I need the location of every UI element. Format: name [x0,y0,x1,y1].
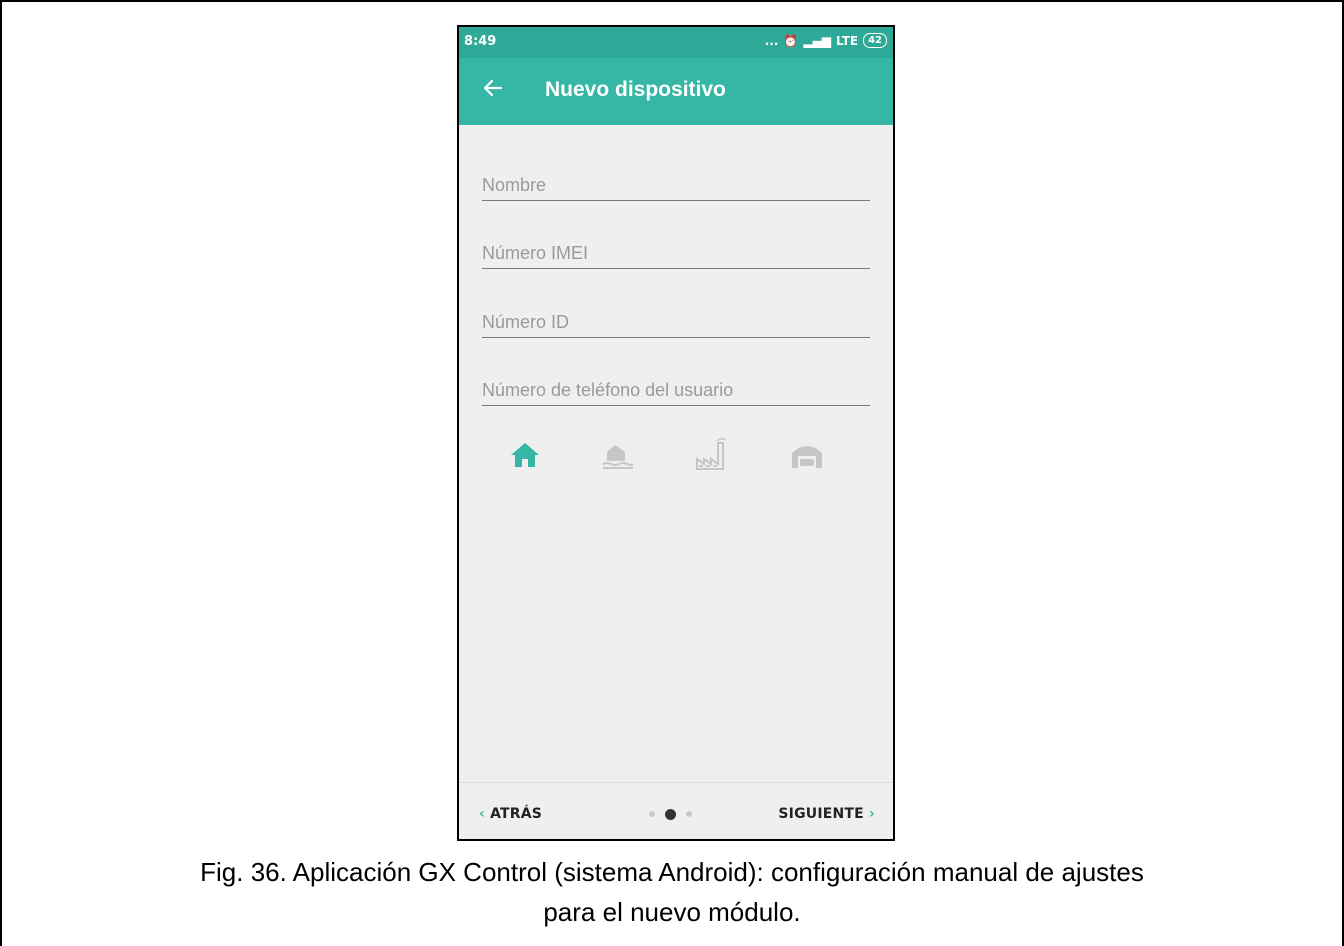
app-bar: Nuevo dispositivo [459,58,893,125]
network-label: LTE [836,33,859,48]
user-phone-field[interactable] [482,365,870,406]
id-field[interactable] [482,297,870,338]
more-indicators-icon: ... [764,33,779,48]
page-dot [649,811,655,817]
factory-icon[interactable] [691,435,731,475]
page-dot-active [665,809,676,820]
battery-icon: 42 [863,33,887,48]
status-time: 8:49 [464,34,497,49]
signal-icon: ▂▄▆ [803,33,832,48]
figure-caption: Fig. 36. Aplicación GX Control (sistema … [2,852,1342,932]
next-button-label: SIGUIENTE [778,806,864,822]
chevron-left-icon: ‹ [479,806,485,822]
user-phone-input[interactable] [482,380,870,401]
status-bar: 8:49 ... ⏰ ▂▄▆ LTE 42 [459,27,893,58]
name-input[interactable] [482,175,870,196]
page-indicator [649,809,709,821]
chevron-right-icon: › [869,806,875,822]
imei-field[interactable] [482,228,870,269]
garage-icon[interactable] [787,435,827,475]
status-icons: ... ⏰ ▂▄▆ LTE 42 [765,33,887,48]
phone-screen: 8:49 ... ⏰ ▂▄▆ LTE 42 Nuevo dispositivo [457,25,895,841]
imei-input[interactable] [482,243,870,264]
back-button[interactable]: ‹ ATRÁS [479,806,542,822]
lake-house-icon[interactable] [597,435,637,475]
id-input[interactable] [482,312,870,333]
alarm-off-icon: ⏰ [783,33,799,48]
page-dot [686,811,692,817]
next-button[interactable]: SIGUIENTE › [778,806,875,822]
page-title: Nuevo dispositivo [545,78,726,101]
back-button-label: ATRÁS [490,806,543,822]
bottom-navigation: ‹ ATRÁS SIGUIENTE › [459,782,893,839]
name-field[interactable] [482,160,870,201]
caption-line-2: para el nuevo módulo. [543,897,801,927]
object-type-selector [497,435,867,475]
house-icon[interactable] [505,435,545,475]
caption-line-1: Fig. 36. Aplicación GX Control (sistema … [200,857,1144,887]
figure-frame: 8:49 ... ⏰ ▂▄▆ LTE 42 Nuevo dispositivo [0,0,1344,946]
arrow-left-icon[interactable] [481,76,505,100]
